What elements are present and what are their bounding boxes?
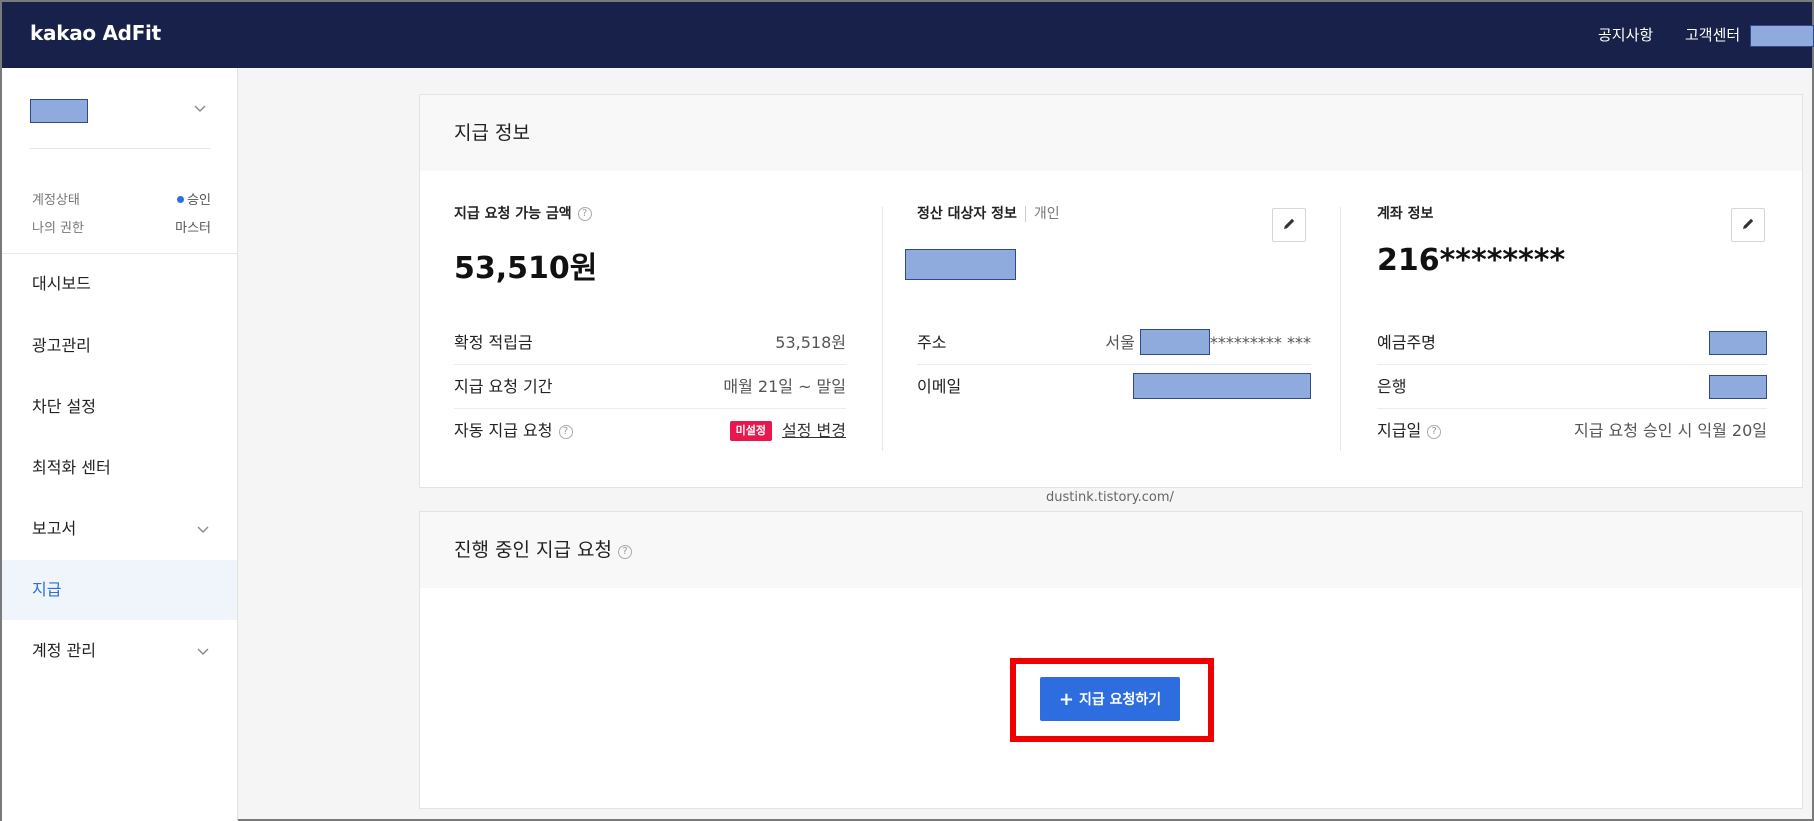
account-holder-row: 예금주명 [1377,321,1767,365]
redacted-address [1139,329,1210,355]
row-key: 자동 지급 요청? [454,409,573,453]
role-label: 나의 권한 [32,221,84,236]
redacted-account-holder [1709,331,1767,355]
address-suffix: ********* *** [1209,333,1311,352]
status-dot-icon [177,196,185,203]
available-amount-label: 지급 요청 가능 금액 [454,206,572,222]
help-icon[interactable]: ? [617,545,632,559]
confirmed-earnings-row: 확정 적립금 53,518원 [454,321,846,365]
top-bar: kakao AdFit 공지사항 고객센터 [2,2,1814,68]
unset-badge: 미설정 [729,421,773,441]
payee-type: 개인 [1024,206,1060,222]
bank-row: 은행 [1377,365,1767,409]
payment-info-panel: 지급 정보 지급 요청 가능 금액? 53,510원 확정 적립금 53,518… [419,94,1803,488]
account-number: 216******** [1377,243,1566,278]
row-value: 매월 21일 ~ 말일 [723,377,846,396]
edit-payee-button[interactable] [1272,208,1306,242]
account-status-value: 승인 [177,189,211,208]
request-payment-button[interactable]: + 지급 요청하기 [1040,677,1180,721]
column-divider [1340,207,1341,451]
chevron-down-icon[interactable] [192,100,208,116]
sidebar-item-label: 최적화 센터 [32,458,111,477]
sidebar-item-label: 차단 설정 [32,397,96,416]
sidebar-item-payment[interactable]: 지급 [2,560,237,620]
chevron-down-icon [197,648,209,655]
row-key: 예금주명 [1377,333,1436,352]
watermark-text: dustink.tistory.com/ [1046,490,1174,505]
support-link[interactable]: 고객센터 [1685,24,1740,45]
sidebar-item-label: 광고관리 [32,336,91,355]
bank-account-section: 계좌 정보 [1377,203,1433,223]
address-prefix: 서울 [1105,333,1135,352]
sidebar-item-label: 대시보드 [32,274,91,293]
redacted-email [1133,373,1311,399]
available-amount-value: 53,510원 [454,251,598,286]
role-value: 마스터 [175,221,211,236]
account-status-text: 승인 [187,193,211,208]
request-period-row: 지급 요청 기간 매월 21일 ~ 말일 [454,365,846,409]
row-value: 53,518원 [775,333,846,352]
payday-row: 지급일? 지급 요청 승인 시 익월 20일 [1377,409,1767,453]
sidebar-item-label: 지급 [32,580,62,599]
payment-info-title: 지급 정보 [420,95,1802,171]
kakao-adfit-logo[interactable]: kakao AdFit [30,21,161,45]
auto-request-label: 자동 지급 요청 [454,421,553,440]
request-payment-label: 지급 요청하기 [1078,691,1162,708]
payee-info-section: 정산 대상자 정보 개인 [917,203,1060,223]
account-status-label: 계정상태 [32,193,80,208]
available-amount-section: 지급 요청 가능 금액? [454,203,592,223]
sidebar-item-label: 보고서 [32,519,77,538]
row-value: 지급 요청 승인 시 익월 20일 [1574,421,1767,440]
help-icon[interactable]: ? [558,425,573,439]
row-value: 서울 ********* *** [1105,321,1311,365]
row-key: 은행 [1377,377,1407,396]
pencil-icon [1284,218,1295,229]
payee-info-label: 정산 대상자 정보 [917,206,1017,222]
row-key: 확정 적립금 [454,333,533,352]
pending-requests-title: 진행 중인 지급 요청 [454,539,612,561]
sidebar: 계정상태 승인 나의 권한 마스터 대시보드 광고관리 차단 설정 최적화 센터… [2,68,238,821]
divider [30,148,210,149]
column-divider [882,207,883,451]
address-row: 주소 서울 ********* *** [917,321,1311,365]
edit-account-button[interactable] [1731,208,1765,242]
email-row: 이메일 [917,365,1311,409]
sidebar-item-ad-management[interactable]: 광고관리 [2,316,237,376]
pending-requests-header: 진행 중인 지급 요청? [420,512,1802,588]
redacted-bank [1709,375,1767,399]
sidebar-item-reports[interactable]: 보고서 [2,499,237,559]
help-icon[interactable]: ? [1427,425,1442,439]
chevron-down-icon [197,526,209,533]
pencil-icon [1743,218,1754,229]
payday-label: 지급일 [1377,421,1422,440]
plus-icon: + [1058,688,1074,710]
notice-link[interactable]: 공지사항 [1598,24,1653,45]
bank-account-label: 계좌 정보 [1377,206,1434,222]
row-value: 미설정 설정 변경 [729,409,846,453]
row-key: 주소 [917,333,947,352]
row-key: 지급일? [1377,409,1442,453]
sidebar-item-optimization-center[interactable]: 최적화 센터 [2,438,237,498]
redacted-user-name[interactable] [1750,25,1814,47]
redacted-account-name[interactable] [30,99,88,123]
sidebar-item-block-settings[interactable]: 차단 설정 [2,377,237,437]
help-icon[interactable]: ? [577,207,592,221]
auto-request-row: 자동 지급 요청? 미설정 설정 변경 [454,409,846,453]
sidebar-item-account-management[interactable]: 계정 관리 [2,621,237,681]
change-settings-link[interactable]: 설정 변경 [782,421,846,440]
row-key: 이메일 [917,377,962,396]
redacted-payee-name [905,249,1016,280]
sidebar-item-label: 계정 관리 [32,641,96,660]
sidebar-item-dashboard[interactable]: 대시보드 [2,254,237,314]
row-key: 지급 요청 기간 [454,377,553,396]
